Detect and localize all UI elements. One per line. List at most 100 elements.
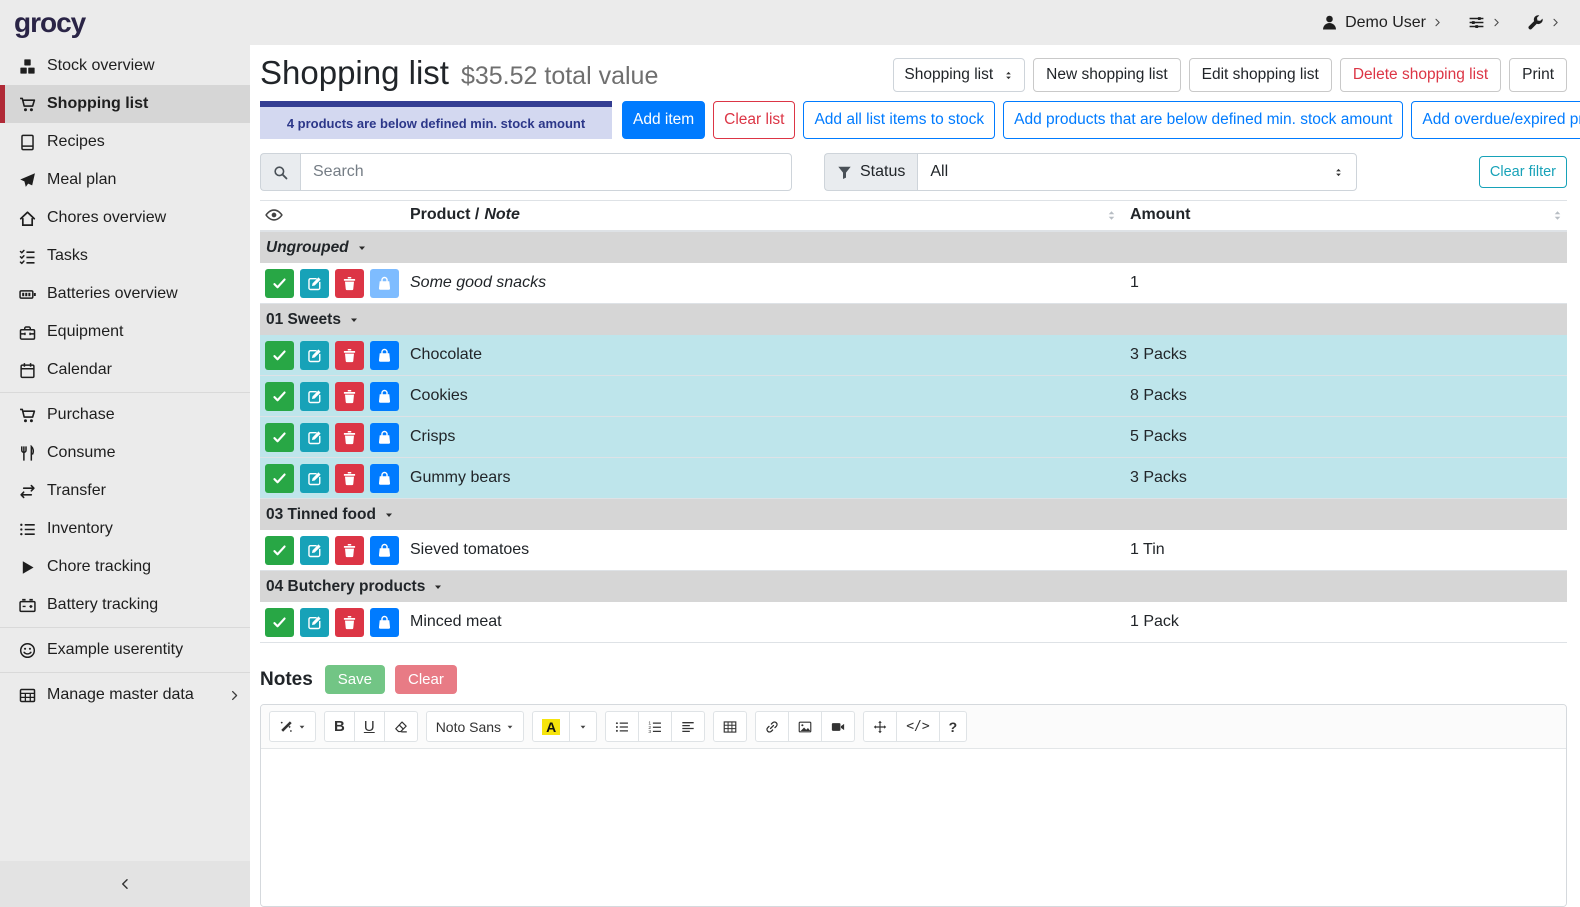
add-to-stock-button[interactable] [370, 608, 399, 637]
magic-style-button[interactable] [269, 711, 316, 742]
add-to-stock-button[interactable] [370, 536, 399, 565]
delete-button[interactable] [335, 423, 364, 452]
help-button[interactable]: ? [939, 711, 968, 742]
unordered-list-button[interactable] [605, 711, 639, 742]
add-to-stock-button[interactable] [370, 341, 399, 370]
edit-button[interactable] [300, 341, 329, 370]
delete-button[interactable] [335, 382, 364, 411]
fullscreen-button[interactable] [863, 711, 897, 742]
sidebar-item-inventory[interactable]: Inventory [0, 510, 250, 548]
add-item-button[interactable]: Add item [622, 101, 705, 139]
done-button[interactable] [265, 269, 294, 298]
edit-shopping-list-button[interactable]: Edit shopping list [1189, 58, 1332, 92]
app-logo[interactable]: grocy [14, 7, 85, 39]
delete-button[interactable] [335, 464, 364, 493]
sidebar-item-manage-master-data[interactable]: Manage master data [0, 676, 250, 714]
font-family-button[interactable]: Noto Sans [426, 711, 524, 742]
add-to-stock-button[interactable] [370, 464, 399, 493]
user-menu[interactable]: Demo User [1321, 14, 1442, 32]
eraser-button[interactable] [384, 711, 418, 742]
insert-table-button[interactable] [713, 711, 747, 742]
delete-shopping-list-button[interactable]: Delete shopping list [1340, 58, 1501, 92]
settings-menu[interactable] [1468, 14, 1501, 31]
sidebar-item-recipes[interactable]: Recipes [0, 123, 250, 161]
done-button[interactable] [265, 423, 294, 452]
sidebar-item-example-userentity[interactable]: Example userentity [0, 631, 250, 669]
delete-button[interactable] [335, 536, 364, 565]
status-select[interactable]: All [917, 153, 1357, 191]
sidebar-item-meal-plan[interactable]: Meal plan [0, 161, 250, 199]
delete-button[interactable] [335, 341, 364, 370]
trash-icon [342, 389, 357, 404]
done-button[interactable] [265, 382, 294, 411]
sidebar-item-chore-tracking[interactable]: Chore tracking [0, 548, 250, 586]
group-row-04-butchery-products[interactable]: 04 Butchery products [260, 571, 1567, 602]
done-button[interactable] [265, 536, 294, 565]
trash-icon [342, 430, 357, 445]
sidebar-item-transfer[interactable]: Transfer [0, 472, 250, 510]
bold-button[interactable]: B [324, 711, 355, 742]
sidebar-item-batteries-overview[interactable]: Batteries overview [0, 275, 250, 313]
add-to-stock-button[interactable] [370, 382, 399, 411]
add-to-stock-button[interactable] [370, 269, 399, 298]
ordered-list-button[interactable]: 123 [638, 711, 672, 742]
add-below-min-stock-button[interactable]: Add products that are below defined min.… [1003, 101, 1403, 139]
paragraph-align-button[interactable] [671, 711, 705, 742]
smiley-icon [19, 642, 36, 659]
notes-editor-area[interactable] [261, 749, 1566, 906]
sidebar-item-consume[interactable]: Consume [0, 434, 250, 472]
done-button[interactable] [265, 608, 294, 637]
edit-button[interactable] [300, 536, 329, 565]
sidebar-item-tasks[interactable]: Tasks [0, 237, 250, 275]
sidebar-item-battery-tracking[interactable]: Battery tracking [0, 586, 250, 624]
add-all-to-stock-button[interactable]: Add all list items to stock [803, 101, 995, 139]
sidebar-item-purchase[interactable]: Purchase [0, 396, 250, 434]
done-button[interactable] [265, 341, 294, 370]
clear-list-button[interactable]: Clear list [713, 101, 795, 139]
sidebar-item-calendar[interactable]: Calendar [0, 351, 250, 389]
insert-link-button[interactable] [755, 711, 789, 742]
shopping-bag-icon [377, 430, 392, 445]
insert-picture-button[interactable] [788, 711, 822, 742]
shopping-list-body: UngroupedSome good snacks101 SweetsChoco… [260, 232, 1567, 643]
toolbox-icon [19, 324, 36, 341]
admin-menu[interactable] [1527, 14, 1560, 31]
group-row-03-tinned-food[interactable]: 03 Tinned food [260, 499, 1567, 530]
clear-notes-button[interactable]: Clear [395, 665, 457, 694]
new-shopping-list-button[interactable]: New shopping list [1033, 58, 1180, 92]
code-view-button[interactable]: </> [896, 711, 939, 742]
check-icon [272, 348, 287, 363]
add-overdue-button[interactable]: Add overdue/expired products [1411, 101, 1580, 139]
clear-filter-button[interactable]: Clear filter [1479, 156, 1567, 188]
amount-column-header[interactable]: Amount [1130, 206, 1567, 224]
underline-button[interactable]: U [354, 711, 385, 742]
sidebar-item-stock-overview[interactable]: Stock overview [0, 47, 250, 85]
sidebar-item-shopping-list[interactable]: Shopping list [0, 85, 250, 123]
save-notes-button[interactable]: Save [325, 665, 385, 694]
delete-button[interactable] [335, 608, 364, 637]
edit-button[interactable] [300, 382, 329, 411]
picture-icon [798, 720, 812, 734]
text-color-button[interactable]: A [532, 711, 570, 742]
toggle-done-items-button[interactable] [260, 206, 410, 224]
search-input[interactable] [300, 153, 792, 191]
shopping-list-select[interactable]: Shopping list [893, 58, 1025, 92]
group-row-ungrouped[interactable]: Ungrouped [260, 232, 1567, 263]
done-button[interactable] [265, 464, 294, 493]
insert-video-button[interactable] [821, 711, 855, 742]
edit-button[interactable] [300, 608, 329, 637]
below-min-stock-banner[interactable]: 4 products are below defined min. stock … [260, 101, 612, 139]
print-button[interactable]: Print [1509, 58, 1567, 92]
add-to-stock-button[interactable] [370, 423, 399, 452]
edit-button[interactable] [300, 423, 329, 452]
edit-button[interactable] [300, 464, 329, 493]
product-column-header[interactable]: Product / Note [410, 206, 1130, 224]
sidebar-collapse-button[interactable] [0, 861, 250, 907]
sidebar-item-equipment[interactable]: Equipment [0, 313, 250, 351]
text-color-more-button[interactable] [569, 711, 597, 742]
group-row-01-sweets[interactable]: 01 Sweets [260, 304, 1567, 335]
boxes-icon [19, 58, 36, 75]
delete-button[interactable] [335, 269, 364, 298]
sidebar-item-chores-overview[interactable]: Chores overview [0, 199, 250, 237]
edit-button[interactable] [300, 269, 329, 298]
